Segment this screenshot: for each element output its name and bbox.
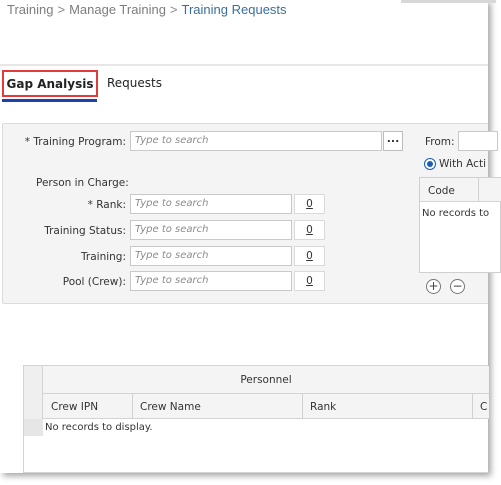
pool-crew-count-value: 0	[306, 275, 313, 287]
breadcrumb-current: Training Requests	[181, 2, 287, 17]
from-label: From:	[425, 136, 455, 148]
pool-crew-input[interactable]: Type to search	[130, 271, 292, 291]
training-program-input[interactable]: Type to search	[130, 131, 382, 151]
code-grid-header: Code	[420, 178, 501, 202]
breadcrumb-item-manage-training[interactable]: Manage Training	[69, 2, 166, 17]
rank-count[interactable]: 0	[294, 194, 325, 214]
personnel-grid: Personnel Crew IPN Crew Name Rank C No r…	[23, 365, 489, 473]
training-status-input[interactable]: Type to search	[130, 220, 292, 240]
browse-button[interactable]: ...	[383, 131, 403, 151]
personnel-group-label: Personnel	[240, 374, 292, 386]
breadcrumb-separator: >	[57, 2, 66, 17]
from-date-input[interactable]	[458, 131, 498, 151]
column-header-rank[interactable]: Rank	[310, 401, 336, 413]
grid-group-header: Personnel	[43, 366, 489, 394]
column-separator	[132, 394, 133, 419]
code-grid-empty-text: No records to	[422, 208, 490, 219]
code-grid: Code No records to	[419, 177, 501, 273]
training-program-label: * Training Program:	[24, 136, 126, 148]
header-divider	[0, 64, 488, 66]
breadcrumb: Training > Manage Training > Training Reques…	[7, 2, 287, 17]
tab-gap-analysis[interactable]: Gap Analysis	[2, 70, 98, 97]
training-label: Training:	[81, 251, 126, 263]
with-active-option[interactable]: With Acti	[424, 158, 486, 170]
rank-input[interactable]: Type to search	[130, 194, 292, 214]
training-status-label: Training Status:	[44, 225, 126, 237]
rank-count-value: 0	[306, 198, 313, 210]
grid-empty-gutter	[24, 419, 43, 436]
column-separator	[478, 178, 479, 202]
code-column-header[interactable]: Code	[428, 185, 455, 197]
radio-button[interactable]	[424, 158, 436, 170]
grid-column-headers: Crew IPN Crew Name Rank C	[43, 394, 489, 419]
radio-selected-dot	[427, 161, 433, 167]
remove-icon[interactable]: −	[450, 279, 465, 294]
frame-edge	[401, 0, 496, 3]
column-header-crew-ipn[interactable]: Crew IPN	[51, 401, 98, 413]
training-count[interactable]: 0	[294, 246, 325, 266]
training-count-value: 0	[306, 250, 313, 262]
training-status-count[interactable]: 0	[294, 220, 325, 240]
training-input[interactable]: Type to search	[130, 246, 292, 266]
training-status-count-value: 0	[306, 224, 313, 236]
breadcrumb-separator: >	[169, 2, 178, 17]
column-header-truncated[interactable]: C	[480, 401, 487, 413]
pool-crew-label: Pool (Crew):	[62, 276, 126, 288]
grid-gutter	[24, 366, 43, 419]
person-in-charge-label: Person in Charge:	[36, 177, 129, 189]
rank-label: * Rank:	[87, 199, 126, 211]
column-separator	[302, 394, 303, 419]
with-active-label: With Acti	[439, 158, 486, 170]
pool-crew-count[interactable]: 0	[294, 271, 325, 291]
tab-requests[interactable]: Requests	[107, 76, 162, 90]
column-header-crew-name[interactable]: Crew Name	[140, 401, 201, 413]
grid-empty-text: No records to display.	[45, 422, 153, 433]
column-separator	[472, 394, 473, 419]
breadcrumb-item-training[interactable]: Training	[7, 2, 53, 17]
active-tab-indicator	[2, 99, 97, 102]
add-icon[interactable]: +	[426, 279, 441, 294]
